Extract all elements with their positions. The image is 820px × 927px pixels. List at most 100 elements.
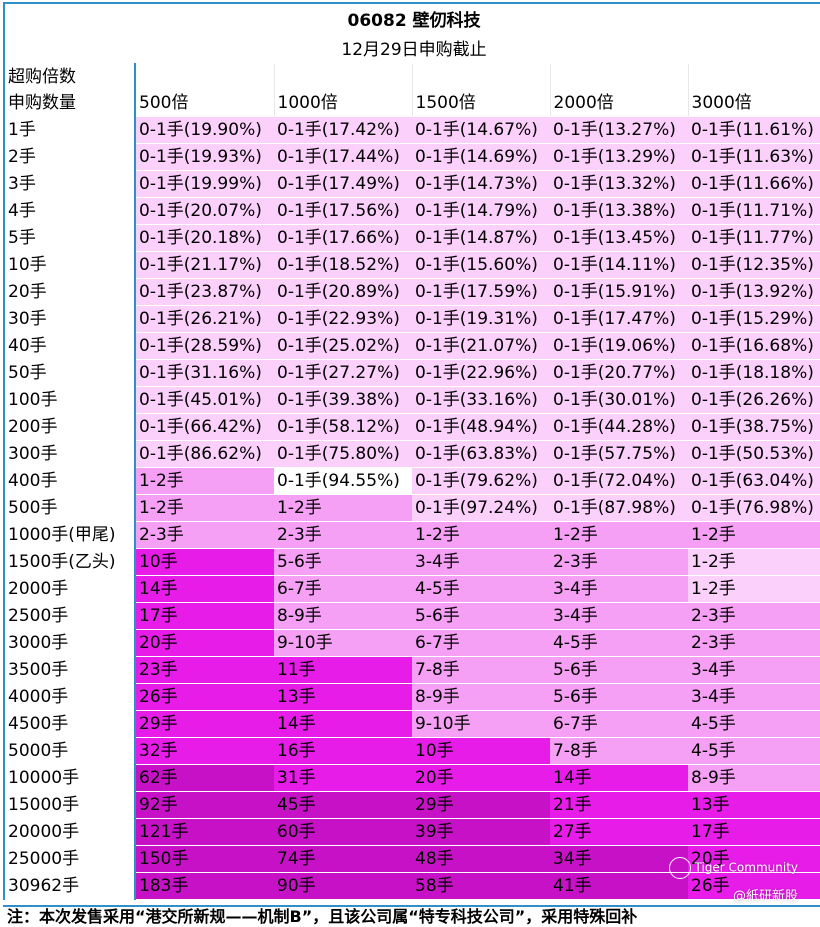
table-row: 4500手 29手 14手 9-10手 6-7手 4-5手 bbox=[3, 710, 820, 738]
allotment-cell: 0-1手(33.16%) bbox=[412, 386, 550, 414]
row-label: 40手 bbox=[3, 332, 136, 360]
allotment-cell: 0-1手(97.24%) bbox=[412, 494, 550, 522]
allotment-cell: 0-1手(39.38%) bbox=[274, 386, 412, 414]
table-row: 2500手 17手 8-9手 5-6手 3-4手 2-3手 bbox=[3, 602, 820, 630]
row-label: 1手 bbox=[3, 116, 136, 144]
allotment-cell: 74手 bbox=[274, 845, 412, 873]
allotment-cell: 0-1手(26.26%) bbox=[688, 386, 820, 414]
allotment-cell: 0-1手(13.92%) bbox=[688, 278, 820, 306]
allotment-cell: 0-1手(87.98%) bbox=[550, 494, 688, 522]
table-row: 1手 0-1手(19.90%) 0-1手(17.42%) 0-1手(14.67%) 0-… bbox=[3, 116, 820, 144]
watermark-handle: @紙研新股 bbox=[732, 889, 798, 904]
allotment-cell: 0-1手(14.87%) bbox=[412, 224, 550, 252]
allotment-cell: 0-1手(15.91%) bbox=[550, 278, 688, 306]
table-row: 3500手 23手 11手 7-8手 5-6手 3-4手 bbox=[3, 656, 820, 684]
allotment-cell: 0-1手(11.66%) bbox=[688, 170, 820, 198]
allotment-cell: 14手 bbox=[550, 764, 688, 792]
allotment-cell: 0-1手(63.04%) bbox=[688, 467, 820, 495]
table-row: 5手 0-1手(20.18%) 0-1手(17.66%) 0-1手(14.87%) 0-… bbox=[3, 224, 820, 252]
row-label: 3500手 bbox=[3, 656, 136, 684]
row-label: 30手 bbox=[3, 305, 136, 333]
allotment-cell: 5-6手 bbox=[412, 602, 550, 630]
title-cell: 06082 壁仞科技 12月29日申购截止 bbox=[2, 2, 820, 64]
row-label: 100手 bbox=[3, 386, 136, 414]
allotment-cell: 1-2手 bbox=[274, 494, 412, 522]
row-label: 1000手(甲尾) bbox=[3, 521, 136, 549]
allotment-cell: 1-2手 bbox=[135, 467, 274, 495]
allotment-cell: 0-1手(17.44%) bbox=[274, 143, 412, 171]
allotment-cell: 0-1手(45.01%) bbox=[135, 386, 274, 414]
allotment-cell: 17手 bbox=[135, 602, 274, 630]
allotment-cell: 0-1手(14.69%) bbox=[412, 143, 550, 171]
table-row: 10手 0-1手(21.17%) 0-1手(18.52%) 0-1手(15.60%) 0… bbox=[3, 251, 820, 279]
allotment-cell: 0-1手(17.56%) bbox=[274, 197, 412, 225]
allotment-cell: 29手 bbox=[135, 710, 274, 738]
allotment-cell: 0-1手(28.59%) bbox=[135, 332, 274, 360]
row-label: 15000手 bbox=[3, 791, 136, 819]
allotment-cell: 0-1手(72.04%) bbox=[550, 467, 688, 495]
allotment-cell: 0-1手(76.98%) bbox=[688, 494, 820, 522]
allotment-cell: 0-1手(16.68%) bbox=[688, 332, 820, 360]
table-row: 4000手 26手 13手 8-9手 5-6手 3-4手 bbox=[3, 683, 820, 711]
allotment-cell: 4-5手 bbox=[688, 710, 820, 738]
table-row: 50手 0-1手(31.16%) 0-1手(27.27%) 0-1手(22.96%) 0… bbox=[3, 359, 820, 387]
allotment-cell: 0-1手(13.45%) bbox=[550, 224, 688, 252]
allotment-cell: 0-1手(18.18%) bbox=[688, 359, 820, 387]
application-quantity-label: 申购数量 bbox=[8, 93, 76, 113]
table-row: 3000手 20手 9-10手 6-7手 4-5手 2-3手 bbox=[3, 629, 820, 657]
table-row: 200手 0-1手(66.42%) 0-1手(58.12%) 0-1手(48.94%)… bbox=[3, 413, 820, 441]
row-label: 50手 bbox=[3, 359, 136, 387]
allotment-cell: 8-9手 bbox=[274, 602, 412, 630]
title-row: 06082 壁仞科技 12月29日申购截止 bbox=[2, 2, 820, 64]
allotment-cell: 0-1手(12.35%) bbox=[688, 251, 820, 279]
allotment-cell: 45手 bbox=[274, 791, 412, 819]
row-label: 2000手 bbox=[3, 575, 136, 603]
allotment-cell: 0-1手(19.93%) bbox=[135, 143, 274, 171]
allotment-cell: 0-1手(21.17%) bbox=[135, 251, 274, 279]
allotment-cell: 0-1手(20.07%) bbox=[135, 197, 274, 225]
column-header: 1000倍 bbox=[273, 63, 412, 117]
stock-title: 06082 壁仞科技 bbox=[347, 11, 481, 31]
row-label: 300手 bbox=[3, 440, 136, 468]
subscription-deadline: 12月29日申购截止 bbox=[341, 40, 487, 60]
corner-header: 超购倍数 申购数量 bbox=[3, 63, 136, 117]
allotment-cell: 1-2手 bbox=[688, 521, 820, 549]
allotment-cell: 3-4手 bbox=[688, 683, 820, 711]
allotment-cell: 14手 bbox=[135, 575, 274, 603]
allotment-cell: 0-1手(21.07%) bbox=[412, 332, 550, 360]
allotment-cell: 0-1手(11.63%) bbox=[688, 143, 820, 171]
row-label: 2手 bbox=[3, 143, 136, 171]
allotment-cell: 21手 bbox=[550, 791, 688, 819]
allotment-cell: 39手 bbox=[412, 818, 550, 846]
allotment-cell: 0-1手(44.28%) bbox=[550, 413, 688, 441]
row-label: 3000手 bbox=[3, 629, 136, 657]
row-label: 2500手 bbox=[3, 602, 136, 630]
allotment-cell: 0-1手(17.66%) bbox=[274, 224, 412, 252]
allotment-cell: 0-1手(14.11%) bbox=[550, 251, 688, 279]
allotment-cell: 7-8手 bbox=[412, 656, 550, 684]
allotment-cell: 3-4手 bbox=[688, 656, 820, 684]
row-label: 20手 bbox=[3, 278, 136, 306]
table-row: 1500手(乙头) 10手 5-6手 3-4手 2-3手 1-2手 bbox=[3, 548, 820, 576]
allotment-cell: 1-2手 bbox=[550, 521, 688, 549]
allotment-cell: 9-10手 bbox=[274, 629, 412, 657]
allotment-cell: 4-5手 bbox=[688, 737, 820, 765]
allotment-cell: 0-1手(63.83%) bbox=[412, 440, 550, 468]
allotment-cell: 0-1手(58.12%) bbox=[274, 413, 412, 441]
allotment-cell: 2-3手 bbox=[274, 521, 412, 549]
allotment-cell: 0-1手(66.42%) bbox=[135, 413, 274, 441]
allotment-cell: 0-1手(17.59%) bbox=[412, 278, 550, 306]
table-row: 30手 0-1手(26.21%) 0-1手(22.93%) 0-1手(19.31%) 0… bbox=[3, 305, 820, 333]
allotment-cell: 0-1手(86.62%) bbox=[135, 440, 274, 468]
allotment-cell: 0-1手(14.67%) bbox=[412, 116, 550, 144]
allotment-cell: 0-1手(19.06%) bbox=[550, 332, 688, 360]
allotment-cell: 92手 bbox=[135, 791, 274, 819]
allotment-cell: 0-1手(20.89%) bbox=[274, 278, 412, 306]
table-row: 100手 0-1手(45.01%) 0-1手(39.38%) 0-1手(33.16%)… bbox=[3, 386, 820, 414]
allotment-cell: 0-1手(22.93%) bbox=[274, 305, 412, 333]
allotment-cell: 62手 bbox=[135, 764, 274, 792]
allotment-cell: 13手 bbox=[688, 791, 820, 819]
table-row: 15000手 92手 45手 29手 21手 13手 bbox=[3, 791, 820, 819]
allotment-cell: 0-1手(79.62%) bbox=[412, 467, 550, 495]
allotment-cell: 0-1手(94.55%) bbox=[274, 467, 412, 495]
